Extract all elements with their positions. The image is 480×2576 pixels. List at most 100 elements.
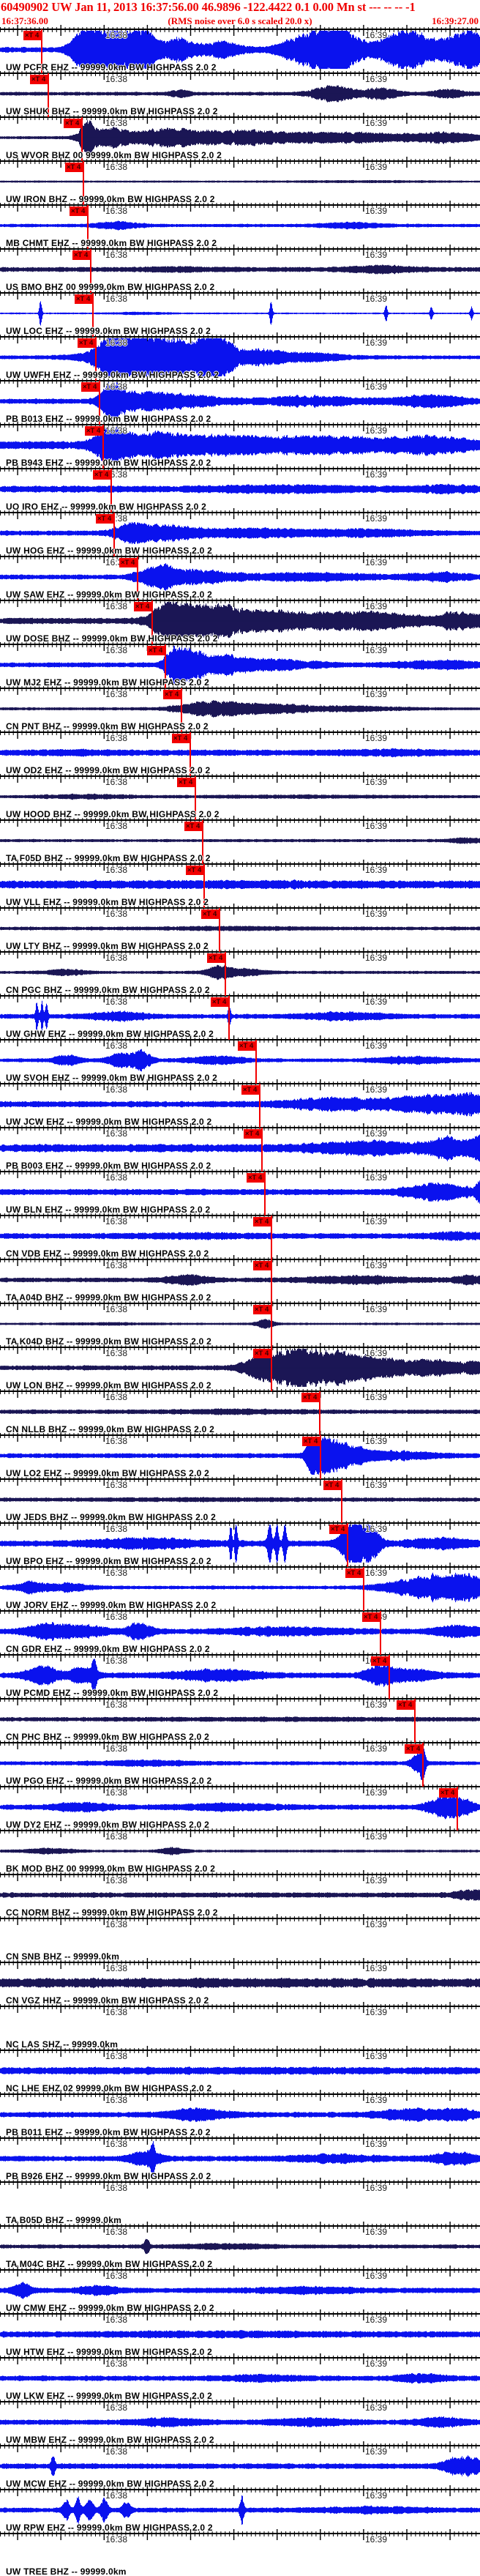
tick-time-label: 16:39 [365,2095,388,2105]
trace-row-cn-pnt: 16:38 16:39 ×T 4 CN PNT BHZ -- 99999.0km BW… [0,683,480,732]
coda-pick-flag[interactable]: ×T 4 [186,866,204,875]
pick-time-line[interactable] [261,1128,263,1172]
trace-row-ta-a04d: 16:38 16:39 ×T 4 TA A04D BHZ -- 99999.0km B… [0,1254,480,1303]
trace-row-uw-mcw: 16:38 16:39 UW MCW EHZ -- 99999.0km BW HIG… [0,2441,480,2490]
coda-pick-flag[interactable]: ×T 4 [253,1261,271,1270]
pick-time-line[interactable] [271,1303,272,1347]
coda-pick-flag[interactable]: ×T 4 [177,778,195,787]
trace-row-uw-rpw: 16:38 16:39 UW RPW EHZ -- 99999.0km BW HIG… [0,2484,480,2534]
pick-time-line[interactable] [341,1479,342,1523]
coda-pick-flag[interactable]: ×T 4 [371,1656,389,1666]
pick-time-line[interactable] [380,1611,381,1655]
tick-time-label: 16:38 [105,953,128,963]
pick-time-line[interactable] [347,1523,348,1567]
coda-pick-flag[interactable]: ×T 4 [439,1788,457,1798]
trace-row-mb-chmt: 16:38 16:39 ×T 4 MB CHMT EHZ -- 99999.0km B… [0,200,480,249]
tick-time-label: 16:39 [365,865,388,875]
pick-time-line[interactable] [219,908,220,952]
tick-time-label: 16:38 [105,2271,128,2281]
coda-pick-flag[interactable]: ×T 4 [253,1305,271,1314]
coda-pick-flag[interactable]: ×T 4 [253,1349,271,1358]
coda-pick-flag[interactable]: ×T 4 [163,690,181,699]
coda-pick-flag[interactable]: ×T 4 [362,1612,380,1622]
station-channel-label: TA M04C BHZ -- 99999.0km BW HIGHPASS 2.0… [6,2259,213,2269]
coda-pick-flag[interactable]: ×T 4 [184,822,203,831]
coda-pick-flag[interactable]: ×T 4 [301,1393,320,1402]
tick-time-label: 16:38 [105,2534,128,2545]
pick-time-line[interactable] [320,1435,321,1479]
coda-pick-flag[interactable]: ×T 4 [147,646,165,655]
pick-time-line[interactable] [271,1216,272,1259]
tick-time-label: 16:39 [365,1700,388,1710]
pick-time-line[interactable] [363,1567,364,1611]
coda-pick-flag[interactable]: ×T 4 [172,734,190,743]
tick-time-label: 16:39 [365,953,388,963]
coda-pick-flag[interactable]: ×T 4 [85,426,103,436]
coda-pick-flag[interactable]: ×T 4 [134,602,152,611]
tick-time-label: 16:38 [105,74,128,84]
trace-row-uw-dy2: 16:38 16:39 ×T 4 UW DY2 EHZ -- 99999.0km BW… [0,1782,480,1831]
trace-row-pb-b003: 16:38 16:39 ×T 4 PB B003 EHZ -- 99999.0km B… [0,1123,480,1172]
coda-pick-flag[interactable]: ×T 4 [302,1437,320,1446]
coda-pick-flag[interactable]: ×T 4 [323,1481,342,1490]
coda-pick-flag[interactable]: ×T 4 [345,1568,364,1578]
coda-pick-flag[interactable]: ×T 4 [397,1700,415,1710]
trace-row-uw-shuk: 16:38 16:39 ×T 4 UW SHUK BHZ -- 99999.0km B… [0,68,480,117]
coda-pick-flag[interactable]: ×T 4 [23,31,42,40]
coda-pick-flag[interactable]: ×T 4 [30,75,48,84]
coda-pick-flag[interactable]: ×T 4 [244,1129,262,1139]
coda-pick-flag[interactable]: ×T 4 [253,1217,271,1226]
coda-pick-flag[interactable]: ×T 4 [93,470,111,480]
coda-pick-flag[interactable]: ×T 4 [207,953,225,963]
coda-pick-flag[interactable]: ×T 4 [247,1173,265,1183]
tick-time-label: 16:39 [365,30,388,40]
trace-row-uw-iron: 16:38 16:39 ×T 4 UW IRON BHZ -- 99999.0km B… [0,156,480,205]
trace-row-uw-bln: 16:38 16:39 ×T 4 UW BLN EHZ -- 99999.0km BW… [0,1166,480,1216]
coda-pick-flag[interactable]: ×T 4 [119,558,138,567]
tick-time-label: 16:39 [365,2534,388,2545]
pick-time-line[interactable] [319,1391,320,1435]
tick-time-label: 16:38 [105,1436,128,1446]
tick-time-label: 16:38 [105,162,128,172]
tick-time-label: 16:38 [105,1524,128,1534]
pick-time-line[interactable] [264,1172,266,1216]
pick-time-line[interactable] [389,1655,390,1699]
station-channel-label: CN GDR EHZ -- 99999.0km BW HIGHPASS 2.0 … [6,1644,210,1654]
coda-pick-flag[interactable]: ×T 4 [75,294,93,304]
station-channel-label: PB B013 EHZ -- 99999.0km BW HIGHPASS 2.0… [6,414,211,424]
pick-time-line[interactable] [228,996,230,1040]
station-channel-label: UW PGO EHZ -- 99999.0km BW HIGHPASS 2.0 … [6,1776,212,1786]
trace-row-cn-vdb: 16:38 16:39 ×T 4 CN VDB EHZ -- 99999.0km BW… [0,1210,480,1259]
tick-time-label: 16:39 [365,2490,388,2501]
event-title: 60490902 UW Jan 11, 2013 16:37:56.00 46.… [1,0,416,14]
coda-pick-flag[interactable]: ×T 4 [201,909,220,919]
pick-time-line[interactable] [271,1347,272,1391]
tick-time-label: 16:38 [105,2315,128,2325]
coda-pick-flag[interactable]: ×T 4 [96,514,114,524]
station-channel-label: UW MCW EHZ -- 99999.0km BW HIGHPASS 2.0 … [6,2479,214,2489]
coda-pick-flag[interactable]: ×T 4 [405,1744,423,1754]
coda-pick-flag[interactable]: ×T 4 [211,997,229,1007]
tick-time-label: 16:39 [365,381,388,392]
pick-time-line[interactable] [414,1699,416,1743]
pick-time-line[interactable] [271,1259,272,1303]
coda-pick-flag[interactable]: ×T 4 [70,206,88,216]
coda-pick-flag[interactable]: ×T 4 [81,382,100,392]
station-channel-label: CC NORM BHZ -- 99999.0km BW HIGHPASS 2.0… [6,1907,218,1918]
trace-row-uw-lkw: 16:38 16:39 UW LKW EHZ -- 99999.0km BW HIG… [0,2353,480,2402]
trace-row-pb-b943: 16:38 16:39 ×T 4 PB B943 EHZ -- 99999.0km B… [0,420,480,469]
coda-pick-flag[interactable]: ×T 4 [78,338,96,348]
station-channel-label: CN PGC BHZ -- 99999.0km BW HIGHPASS 2.0 … [6,985,210,995]
coda-pick-flag[interactable]: ×T 4 [238,1041,256,1051]
coda-pick-flag[interactable]: ×T 4 [72,250,91,260]
coda-pick-flag[interactable]: ×T 4 [329,1525,348,1534]
pick-time-line[interactable] [422,1743,424,1787]
coda-pick-flag[interactable]: ×T 4 [65,163,83,172]
pick-time-line[interactable] [457,1787,458,1831]
pick-time-line[interactable] [255,1040,257,1084]
station-channel-label: UW SVOH EHZ -- 99999.0km BW HIGHPASS 2.0… [6,1073,218,1083]
coda-pick-flag[interactable]: ×T 4 [241,1085,260,1095]
coda-pick-flag[interactable]: ×T 4 [64,119,82,128]
pick-time-line[interactable] [259,1084,260,1128]
pick-time-line[interactable] [225,952,226,996]
